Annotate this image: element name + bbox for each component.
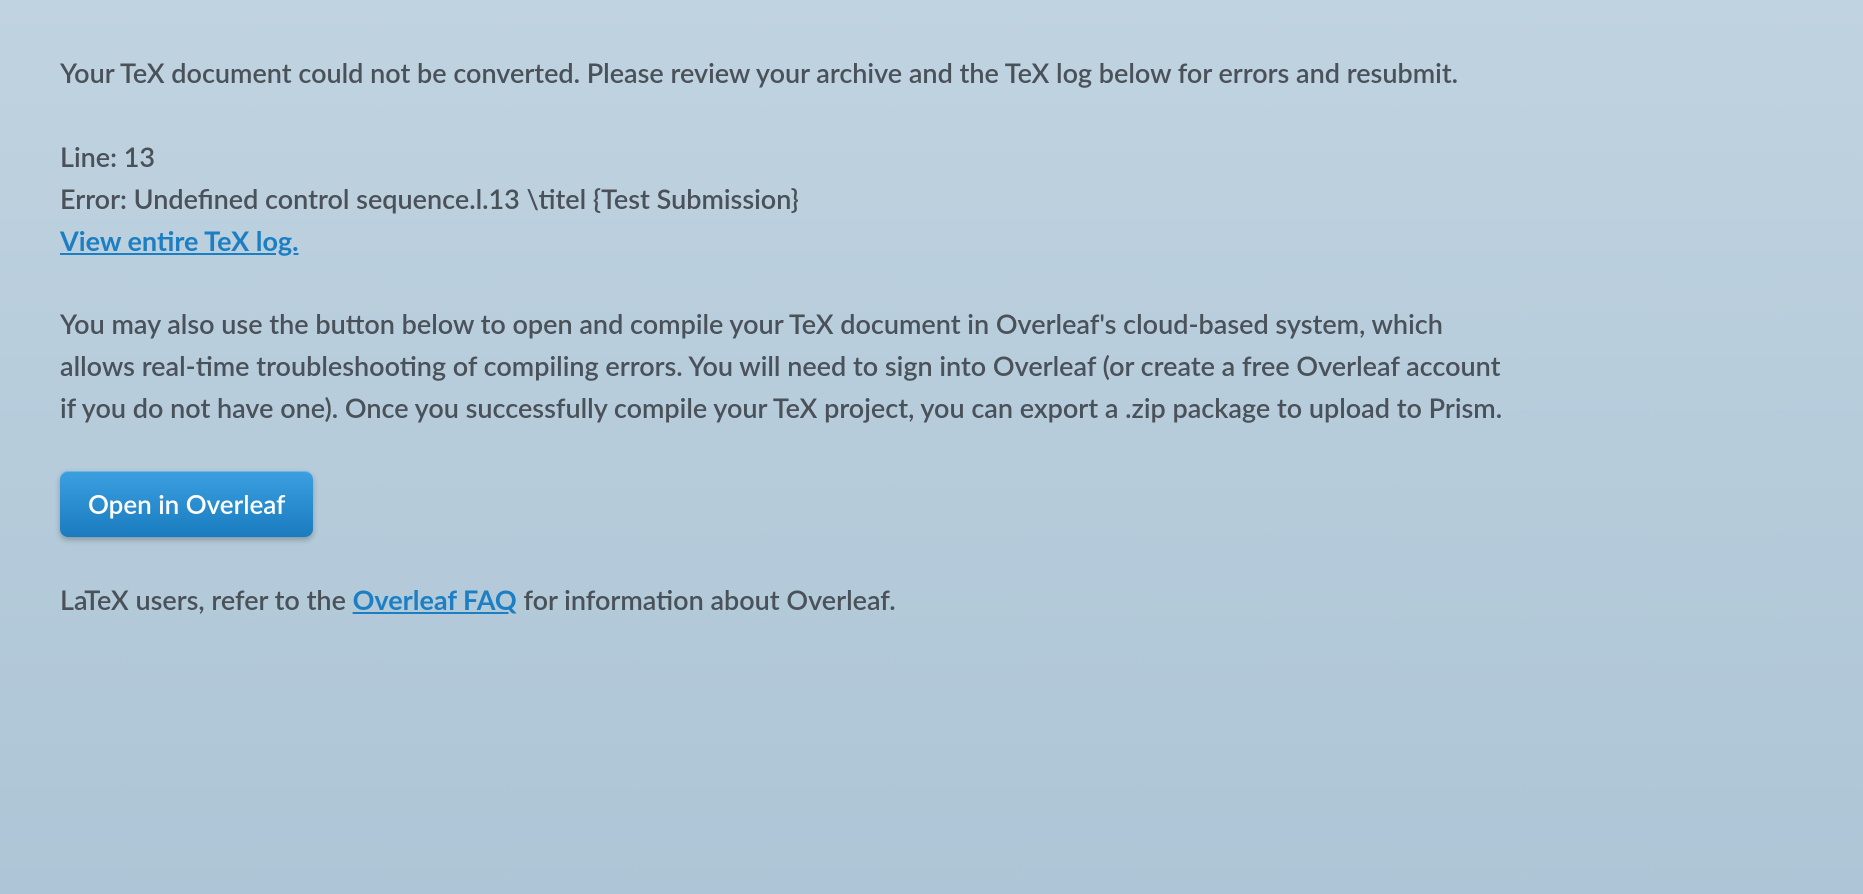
footer-prefix: LaTeX users, refer to the (60, 583, 353, 616)
error-line-number: Line: 13 (60, 136, 1520, 178)
footer-suffix: for information about Overleaf. (517, 583, 896, 616)
intro-text: Your TeX document could not be converted… (60, 52, 1520, 94)
error-details: Line: 13 Error: Undefined control sequen… (60, 136, 1520, 262)
overleaf-instructions: You may also use the button below to ope… (60, 303, 1520, 429)
footer-text: LaTeX users, refer to the Overleaf FAQ f… (60, 579, 1520, 621)
view-tex-log-link[interactable]: View entire TeX log. (60, 220, 1520, 262)
error-message-panel: Your TeX document could not be converted… (60, 52, 1520, 621)
open-in-overleaf-button[interactable]: Open in Overleaf (60, 471, 313, 537)
error-message: Error: Undefined control sequence.l.13 \… (60, 178, 1520, 220)
overleaf-faq-link[interactable]: Overleaf FAQ (353, 583, 517, 616)
